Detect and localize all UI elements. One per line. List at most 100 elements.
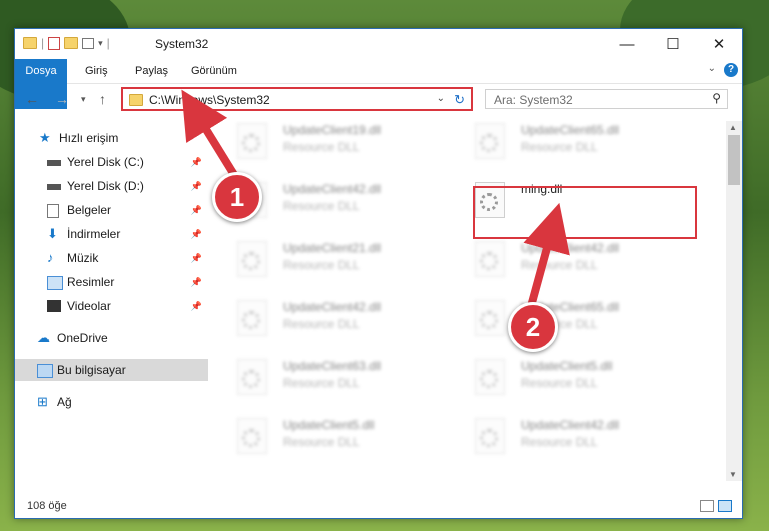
new-folder-icon[interactable] xyxy=(64,37,79,49)
file-item[interactable]: UpdateClient65.dll Resource DLL xyxy=(449,121,669,171)
sidebar-item-7[interactable]: Videolar 📌 xyxy=(15,295,208,317)
details-view-icon[interactable] xyxy=(700,500,714,512)
gear-icon xyxy=(480,311,498,329)
file-type: Resource DLL xyxy=(283,140,360,154)
close-button[interactable]: ✕ xyxy=(696,29,742,59)
maximize-button[interactable]: ☐ xyxy=(650,29,696,59)
sidebar-item-6[interactable]: Resimler 📌 xyxy=(15,271,208,293)
dll-gear-icon xyxy=(237,123,267,159)
file-name: UpdateClient42.dll xyxy=(283,300,382,314)
tab-home[interactable]: Giriş xyxy=(77,59,116,83)
pictures-icon xyxy=(47,276,63,290)
dll-gear-icon xyxy=(237,241,267,277)
gear-icon xyxy=(480,134,498,152)
file-type: Resource DLL xyxy=(521,140,598,154)
file-item[interactable]: UpdateClient42.dll Resource DLL xyxy=(449,239,669,289)
sidebar-item-label: Hızlı erişim xyxy=(59,131,119,145)
dll-gear-icon xyxy=(475,123,505,159)
search-icon[interactable]: ⚲ xyxy=(712,91,721,105)
address-bar[interactable]: C:\Windows\System32 ⌄ ↻ xyxy=(121,87,473,111)
back-arrow-icon[interactable]: ← xyxy=(25,91,39,107)
file-name: UpdateClient5.dll xyxy=(283,418,375,432)
pin-icon[interactable]: 📌 xyxy=(191,175,202,197)
step-1-badge: 1 xyxy=(212,172,262,222)
pin-icon[interactable]: 📌 xyxy=(191,271,202,293)
minimize-button[interactable]: — xyxy=(604,29,650,59)
file-item[interactable]: UpdateClient42.dll Resource DLL xyxy=(211,298,431,348)
gear-icon xyxy=(242,252,260,270)
file-item[interactable]: UpdateClient42.dll Resource DLL xyxy=(449,416,669,466)
sidebar-item-label: İndirmeler xyxy=(67,227,121,241)
sidebar-item-3[interactable]: Belgeler 📌 xyxy=(15,199,208,221)
address-path[interactable]: C:\Windows\System32 xyxy=(149,93,270,107)
dll-gear-icon xyxy=(475,241,505,277)
sidebar-item-5[interactable]: ♪ Müzik 📌 xyxy=(15,247,208,269)
file-item[interactable]: UpdateClient5.dll Resource DLL xyxy=(449,357,669,407)
drive-icon xyxy=(47,160,61,166)
pin-icon[interactable]: 📌 xyxy=(191,151,202,173)
sidebar-item-10[interactable]: ⊞ Ağ xyxy=(15,391,208,413)
sidebar-item-1[interactable]: Yerel Disk (C:) 📌 xyxy=(15,151,208,173)
file-name: UpdateClient5.dll xyxy=(521,359,613,373)
dll-gear-icon xyxy=(237,418,267,454)
sidebar-item-label: Ağ xyxy=(57,395,72,409)
address-dropdown-icon[interactable]: ⌄ xyxy=(437,93,445,104)
gear-icon xyxy=(242,134,260,152)
file-list: UpdateClient19.dll Resource DLL UpdateClie… xyxy=(211,121,726,481)
gear-icon xyxy=(242,311,260,329)
ribbon: Dosya Giriş Paylaş Görünüm ⌄ ? xyxy=(15,59,742,109)
pin-icon[interactable]: 📌 xyxy=(191,247,202,269)
gear-icon xyxy=(242,370,260,388)
up-arrow-icon[interactable]: ↑ xyxy=(99,91,106,107)
file-item[interactable]: UpdateClient21.dll Resource DLL xyxy=(211,239,431,289)
file-item[interactable]: UpdateClient19.dll Resource DLL xyxy=(211,121,431,171)
file-item[interactable]: UpdateClient63.dll Resource DLL xyxy=(211,357,431,407)
large-icons-view-icon[interactable] xyxy=(718,500,732,512)
computer-icon xyxy=(37,364,53,378)
gear-icon xyxy=(480,429,498,447)
pin-icon[interactable]: 📌 xyxy=(191,295,202,317)
sidebar-item-0[interactable]: ★ Hızlı erişim xyxy=(15,127,208,149)
search-input[interactable]: Ara: System32 ⚲ xyxy=(485,89,728,109)
pin-icon[interactable]: 📌 xyxy=(191,199,202,221)
file-type: Resource DLL xyxy=(283,258,360,272)
tab-share[interactable]: Paylaş xyxy=(127,59,176,83)
sidebar-item-label: Bu bilgisayar xyxy=(57,363,126,377)
sidebar-item-9[interactable]: Bu bilgisayar xyxy=(15,359,208,381)
file-item[interactable]: UpdateClient5.dll Resource DLL xyxy=(211,416,431,466)
scroll-down-icon[interactable]: ▼ xyxy=(729,470,737,479)
network-icon: ⊞ xyxy=(37,394,48,409)
file-type: Resource DLL xyxy=(521,258,598,272)
file-name: UpdateClient42.dll xyxy=(521,241,620,255)
refresh-icon[interactable]: ↻ xyxy=(454,92,465,108)
sidebar-item-label: Videolar xyxy=(67,299,111,313)
file-item[interactable]: UpdateClient65.dll Resource DLL xyxy=(449,298,669,348)
scroll-up-icon[interactable]: ▲ xyxy=(729,123,737,132)
forward-arrow-icon[interactable]: → xyxy=(55,91,69,107)
pin-icon[interactable]: 📌 xyxy=(191,223,202,245)
vertical-scrollbar[interactable]: ▲ ▼ xyxy=(726,121,742,481)
dll-gear-icon xyxy=(475,359,505,395)
file-type: Resource DLL xyxy=(521,435,598,449)
tab-view[interactable]: Görünüm xyxy=(183,59,245,83)
file-name: UpdateClient63.dll xyxy=(283,359,382,373)
sidebar-item-label: Müzik xyxy=(67,251,99,265)
ming-dll-highlight xyxy=(473,186,697,239)
sidebar-item-8[interactable]: ☁ OneDrive xyxy=(15,327,208,349)
customize-toolbar-icon[interactable]: ▾ xyxy=(98,38,103,49)
sidebar-item-2[interactable]: Yerel Disk (D:) 📌 xyxy=(15,175,208,197)
dll-gear-icon xyxy=(475,300,505,336)
expand-ribbon-icon[interactable]: ⌄ xyxy=(708,63,716,74)
file-type: Resource DLL xyxy=(283,376,360,390)
navigation-pane: ★ Hızlı erişim Yerel Disk (C:) 📌 Yerel Disk … xyxy=(15,121,208,461)
help-icon[interactable]: ? xyxy=(724,63,738,77)
sidebar-item-4[interactable]: ⬇ İndirmeler 📌 xyxy=(15,223,208,245)
quick-access-toolbar: | ▾ | xyxy=(23,36,110,50)
video-icon xyxy=(47,300,61,312)
scrollbar-thumb[interactable] xyxy=(728,135,740,185)
recent-locations-icon[interactable]: ▾ xyxy=(81,94,86,105)
view-options-icon[interactable] xyxy=(82,37,95,49)
properties-icon[interactable] xyxy=(48,36,61,50)
explorer-window: | ▾ | System32 — ☐ ✕ Dosya Giriş Paylaş … xyxy=(14,28,743,519)
title-bar: | ▾ | System32 — ☐ ✕ xyxy=(15,29,742,59)
